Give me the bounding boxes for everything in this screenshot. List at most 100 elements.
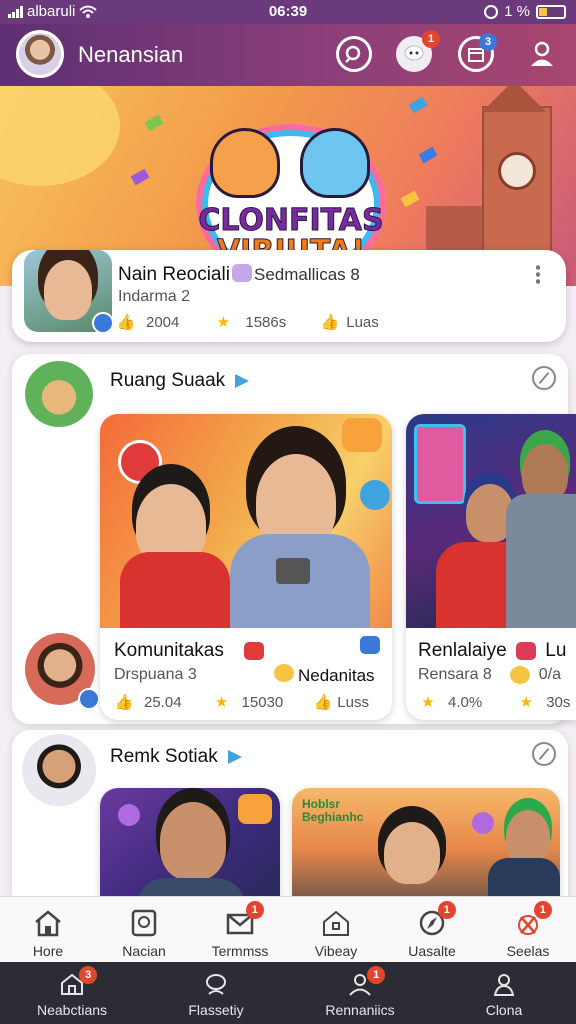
confetti-shape [130, 168, 150, 186]
card-name: Renlalaiye Lu [418, 640, 566, 662]
chat-sticker-icon [360, 480, 390, 510]
arcade-screen [414, 424, 466, 504]
stars-count: 15030 [241, 693, 284, 711]
likes-count: 2004 [146, 313, 180, 331]
search-small-icon [78, 688, 100, 710]
bubble-icon [472, 812, 494, 834]
card-subtitle: Drspuana 3 [114, 666, 197, 683]
card-tag: Nedanitas [298, 666, 375, 685]
tab-seelas[interactable]: 1 Seelas [480, 897, 576, 962]
card-subtitle-text: Rensara 8 [418, 666, 492, 684]
section-title-text: Ruang Suaak [110, 370, 226, 391]
tab-badge: 1 [437, 901, 456, 919]
tab-nacian[interactable]: Nacian [96, 897, 192, 962]
star-icon: ★ [214, 694, 229, 711]
status-bar: albaruli 06:39 1 % [0, 0, 576, 24]
stars-count: 1586s [245, 313, 287, 331]
tab-home[interactable]: Hore [0, 897, 96, 962]
man-cap-photo [506, 810, 550, 864]
tab-vibeay[interactable]: Vibeay [288, 897, 384, 962]
cat-mascot-icon [210, 128, 280, 198]
image-icon[interactable] [360, 636, 380, 654]
chat-icon[interactable]: 1 [396, 30, 440, 72]
emoji-face-icon [274, 664, 294, 682]
confetti-shape [144, 114, 164, 132]
boy-shirt [120, 552, 230, 628]
profile-icon[interactable] [524, 36, 560, 72]
thumb-up-icon[interactable]: 👍 [313, 692, 333, 712]
stars-count: 4.0% [448, 693, 483, 711]
avatar[interactable] [16, 30, 64, 78]
bubble-icon [118, 804, 140, 826]
fish-mascot-icon [300, 128, 370, 198]
featured-stats: 👍 2004 ★ 1586s 👍 Luas [116, 312, 379, 332]
tab-uasalte[interactable]: 1 Uasalte [384, 897, 480, 962]
banner-text-line2: Beghianhc [302, 810, 364, 825]
confetti-shape [418, 146, 438, 164]
profile-media-card[interactable] [100, 788, 280, 898]
emoji-face-icon [510, 666, 531, 684]
thumb-up-icon[interactable]: 👍 [320, 312, 340, 332]
user-icon [491, 972, 517, 998]
phone-icon [276, 558, 310, 584]
person-photo [44, 260, 92, 320]
badge-sticker-icon [238, 794, 272, 824]
extra-label: Luss [337, 693, 369, 711]
community-card[interactable]: Komunitakas Drspuana 3 Nedanitas 👍 25.04… [100, 414, 392, 720]
nav-label: Neabctians [36, 1002, 108, 1018]
nav-label: Rennaniics [325, 1002, 395, 1018]
card-photo [100, 414, 392, 628]
emoji-icon [232, 264, 252, 282]
mail-bubble-icon [118, 440, 162, 484]
tag-icon [516, 641, 537, 660]
nav-badge: 1 [367, 966, 386, 984]
star-icon: ★ [519, 694, 533, 711]
card-name-text: Renlalaiye [418, 640, 507, 661]
section-avatar [22, 358, 96, 430]
star-icon: ★ [216, 314, 231, 331]
likes-count: 25.04 [144, 693, 182, 711]
search-icon[interactable] [336, 36, 372, 72]
nav-neabctians[interactable]: 3 Neabctians [0, 962, 144, 1024]
nav-rennaniics[interactable]: 1 Rennaniics [288, 962, 432, 1024]
tab-termmss[interactable]: 1 Termmss [192, 897, 288, 962]
gaming-card[interactable]: Renlalaiye Lu Rensara 8 0/a ★ 4.0% ★ 30s [406, 414, 576, 720]
star-icon: ★ [421, 694, 435, 711]
confetti-shape [400, 190, 420, 208]
compass-icon[interactable] [532, 366, 556, 390]
card-stats: ★ 4.0% ★ 30s [418, 692, 570, 712]
notification-box-icon[interactable]: 3 [458, 33, 497, 72]
tab-label: Seelas [506, 943, 550, 959]
battery-percent: 1 % [504, 3, 530, 20]
gift-icon [244, 642, 264, 660]
tab-label: Termmss [211, 943, 269, 959]
confetti-shape [408, 96, 428, 114]
hero-decoration [0, 86, 120, 186]
nav-flassetiy[interactable]: Flassetiy [144, 962, 288, 1024]
badge-sticker-icon [342, 418, 382, 452]
man-photo [160, 802, 226, 880]
app-header: Nenansian 1 3 [0, 24, 576, 86]
more-options-icon[interactable] [536, 264, 540, 284]
nav-clona[interactable]: Clona [432, 962, 576, 1024]
thumb-up-icon[interactable]: 👍 [114, 692, 134, 712]
event-media-card[interactable]: Hoblsr Beghianhc [292, 788, 560, 898]
card-subtitle-row: Rensara 8 0/a [418, 666, 561, 684]
card-name: Komunitakas [114, 640, 224, 661]
featured-card[interactable]: Nain Reociali Sedmallicas 8 Indarma 2 👍 … [12, 250, 566, 342]
man2-shirt [506, 494, 576, 628]
tab-label: Vibeay [314, 943, 358, 959]
thumb-up-icon[interactable]: 👍 [116, 312, 136, 332]
tab-badge: 1 [245, 901, 264, 919]
tab-label: Hore [32, 943, 64, 959]
extra-label: 30s [546, 693, 571, 711]
card-tag-text: Lu [545, 640, 567, 661]
tower-roof [482, 86, 546, 112]
compass-icon[interactable] [532, 742, 556, 766]
section-title: Ruang Suaak [110, 370, 250, 392]
plane-icon [92, 312, 114, 334]
woman-photo [384, 822, 440, 884]
box-badge: 3 [479, 33, 497, 51]
section-title-text: Remk Sotiak [110, 746, 218, 767]
flag-icon [235, 373, 250, 388]
